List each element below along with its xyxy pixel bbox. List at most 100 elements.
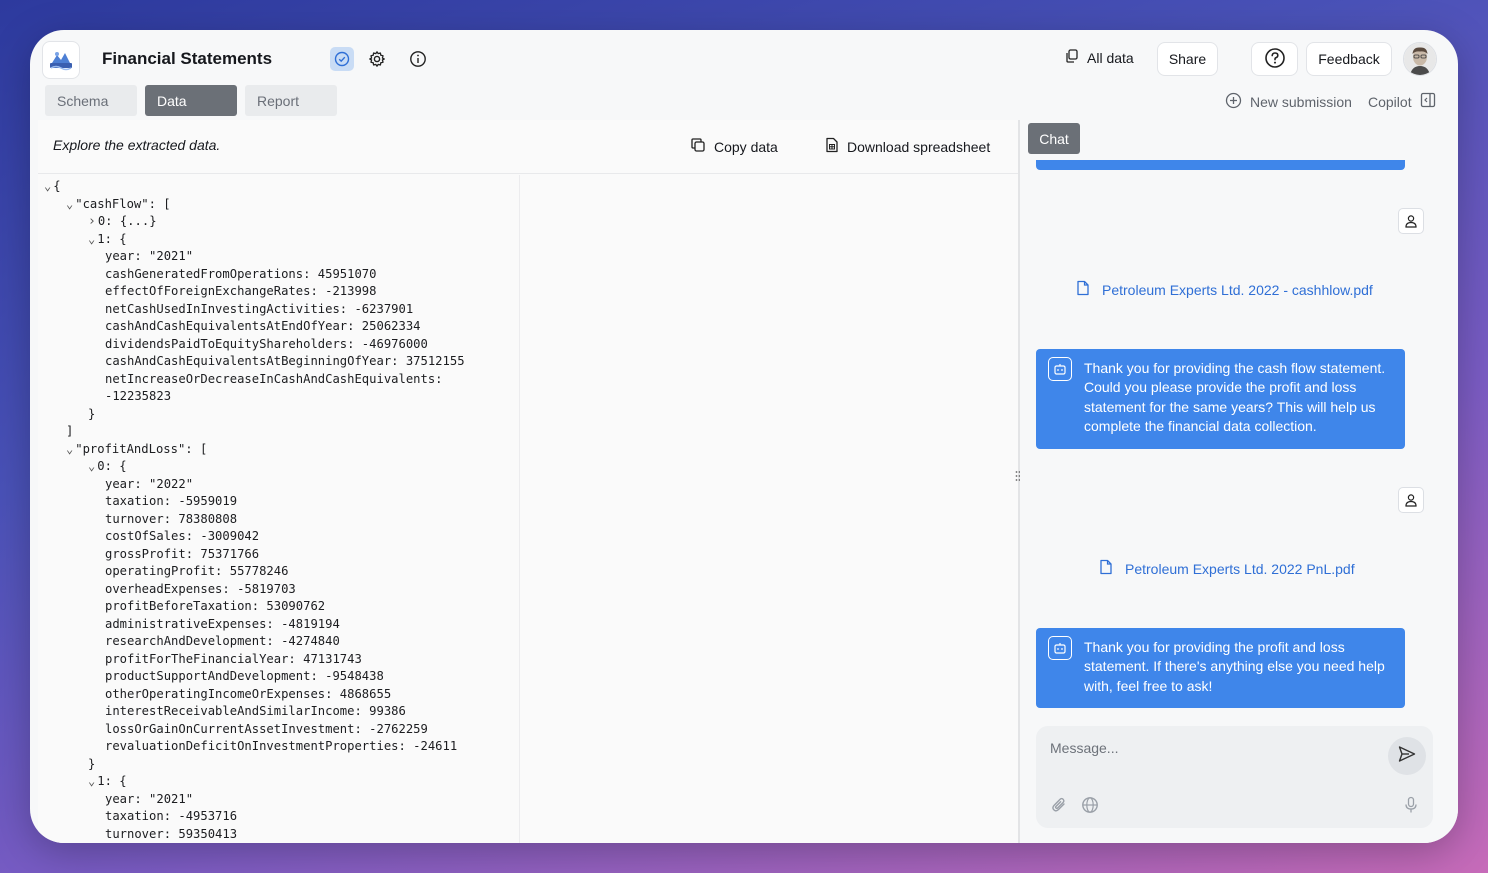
tab-schema[interactable]: Schema xyxy=(45,85,137,116)
json-line: profitForTheFinancialYear: 47131743 xyxy=(105,651,362,669)
json-line: year: "2022" xyxy=(105,476,193,494)
json-line: otherOperatingIncomeOrExpenses: 4868655 xyxy=(105,686,391,704)
json-line: profitBeforeTaxation: 53090762 xyxy=(105,598,325,616)
chevron-down-icon[interactable]: ⌄ xyxy=(88,459,95,473)
download-spreadsheet-label: Download spreadsheet xyxy=(847,138,991,155)
tab-report[interactable]: Report xyxy=(245,85,337,116)
globe-icon[interactable] xyxy=(1079,794,1101,816)
json-line[interactable]: ⌄ 1: { xyxy=(88,773,127,791)
json-line: interestReceivableAndSimilarIncome: 9938… xyxy=(105,703,406,721)
json-line: cashAndCashEquivalentsAtBeginningOfYear:… xyxy=(105,353,465,371)
copy-data-button[interactable]: Copy data xyxy=(690,137,778,156)
json-line: researchAndDevelopment: -4274840 xyxy=(105,633,340,651)
json-line-text: taxation: -4953716 xyxy=(105,809,238,823)
assistant-message: Thank you for providing the cash flow st… xyxy=(1036,349,1405,449)
json-line-text: overheadExpenses: -5819703 xyxy=(105,581,296,596)
message-input[interactable] xyxy=(1050,740,1370,756)
json-line-text: dividendsPaidToEquityShareholders: -4697… xyxy=(105,336,428,351)
json-line-text: { xyxy=(53,179,61,193)
copilot-toggle[interactable]: Copilot xyxy=(1368,92,1436,111)
all-data-button[interactable]: All data xyxy=(1064,48,1134,67)
json-line-text: "profitAndLoss": [ xyxy=(75,441,208,456)
json-tree-viewer[interactable]: ⌄{⌄ "cashFlow": [› 0: {...} ⌄ 1: {year: "202… xyxy=(38,175,520,843)
assistant-message-text: Thank you for providing the profit and l… xyxy=(1084,639,1385,694)
json-line-text: } xyxy=(88,406,96,421)
json-line-text: cashGeneratedFromOperations: 45951070 xyxy=(105,266,377,281)
json-line-text: 1: { xyxy=(97,774,127,788)
json-line-text: 0: { xyxy=(97,459,127,473)
chevron-down-icon[interactable]: ⌄ xyxy=(88,774,95,788)
json-line: turnover: 59350413 xyxy=(105,826,237,844)
json-line-text: costOfSales: -3009042 xyxy=(105,529,260,543)
json-line-text: -12235823 xyxy=(105,389,172,403)
send-button[interactable] xyxy=(1388,737,1426,775)
json-line: administrativeExpenses: -4819194 xyxy=(105,616,340,634)
check-circle-icon[interactable] xyxy=(330,47,354,71)
attachment-filename: Petroleum Experts Ltd. 2022 PnL.pdf xyxy=(1125,560,1355,577)
json-line: cashGeneratedFromOperations: 45951070 xyxy=(105,266,377,284)
info-icon[interactable] xyxy=(406,47,430,71)
json-line[interactable]: ⌄{ xyxy=(44,178,61,196)
json-line-text: profitForTheFinancialYear: 47131743 xyxy=(105,651,362,666)
json-line: taxation: -4953716 xyxy=(105,808,237,826)
copy-stack-icon xyxy=(1064,48,1080,67)
tab-data[interactable]: Data xyxy=(145,85,237,116)
json-line-text: ] xyxy=(66,424,74,438)
help-button[interactable] xyxy=(1251,42,1298,76)
json-line: } xyxy=(88,406,95,424)
new-submission-label: New submission xyxy=(1250,94,1352,110)
tab-chat[interactable]: Chat xyxy=(1028,123,1080,154)
json-line[interactable]: ⌄ "profitAndLoss": [ xyxy=(66,441,207,459)
app-logo-icon[interactable] xyxy=(42,41,80,79)
json-line-text: researchAndDevelopment: -4274840 xyxy=(105,634,340,648)
json-line: turnover: 78380808 xyxy=(105,511,237,529)
copy-icon xyxy=(690,137,706,156)
plus-circle-icon xyxy=(1225,92,1242,112)
json-line[interactable]: › 0: {...} xyxy=(88,213,157,231)
gear-icon[interactable] xyxy=(365,47,389,71)
microphone-icon[interactable] xyxy=(1400,794,1422,816)
json-line[interactable]: ⌄ 0: { xyxy=(88,458,127,476)
chevron-down-icon[interactable]: ⌄ xyxy=(88,232,95,246)
avatar[interactable] xyxy=(1403,42,1437,76)
json-line: revaluationDeficitOnInvestmentProperties… xyxy=(105,738,457,756)
json-line: cashAndCashEquivalentsAtEndOfYear: 25062… xyxy=(105,318,421,336)
bot-icon xyxy=(1048,357,1072,381)
json-line: taxation: -5959019 xyxy=(105,493,237,511)
chevron-right-icon[interactable]: › xyxy=(88,214,96,229)
json-line-text: interestReceivableAndSimilarIncome: 9938… xyxy=(105,704,406,718)
attachment-link[interactable]: Petroleum Experts Ltd. 2022 PnL.pdf xyxy=(1099,559,1355,578)
json-line: productSupportAndDevelopment: -9548438 xyxy=(105,668,384,686)
json-line: year: "2021" xyxy=(105,791,193,809)
json-line-text: administrativeExpenses: -4819194 xyxy=(105,616,340,631)
json-line-text: cashAndCashEquivalentsAtBeginningOfYear:… xyxy=(105,354,465,368)
json-line-text: productSupportAndDevelopment: -9548438 xyxy=(105,669,384,683)
json-line[interactable]: ⌄ 1: { xyxy=(88,231,127,249)
json-line-text: year: "2021" xyxy=(105,791,194,806)
json-line-text: otherOperatingIncomeOrExpenses: 4868655 xyxy=(105,686,392,701)
json-line: dividendsPaidToEquityShareholders: -4697… xyxy=(105,336,428,354)
new-submission-button[interactable]: New submission xyxy=(1225,92,1352,112)
paperclip-icon[interactable] xyxy=(1048,794,1070,816)
attachment-link[interactable]: Petroleum Experts Ltd. 2022 - cashhlow.p… xyxy=(1076,280,1373,299)
json-line-text: year: "2021" xyxy=(105,249,194,263)
json-line-text: turnover: 59350413 xyxy=(105,826,238,841)
json-line[interactable]: ⌄ "cashFlow": [ xyxy=(66,196,171,214)
feedback-button[interactable]: Feedback xyxy=(1306,42,1392,76)
chevron-down-icon[interactable]: ⌄ xyxy=(66,197,73,211)
chevron-down-icon[interactable]: ⌄ xyxy=(66,442,73,456)
user-icon xyxy=(1398,487,1424,513)
document-icon xyxy=(1076,280,1090,299)
json-line-text: operatingProfit: 55778246 xyxy=(105,564,289,578)
json-line-text: 1: { xyxy=(97,231,127,246)
json-line-text: netCashUsedInInvestingActivities: -62379… xyxy=(105,301,414,316)
chevron-down-icon[interactable]: ⌄ xyxy=(44,179,51,193)
share-button[interactable]: Share xyxy=(1157,42,1218,76)
json-line-text: netIncreaseOrDecreaseInCashAndCashEquiva… xyxy=(105,371,443,386)
previous-message-bubble xyxy=(1036,160,1405,170)
download-spreadsheet-button[interactable]: Download spreadsheet xyxy=(825,137,990,156)
page-title: Financial Statements xyxy=(102,49,273,68)
header: Financial Statements All data Share Feed… xyxy=(30,30,1458,88)
json-line: ] xyxy=(66,423,73,441)
json-line: netIncreaseOrDecreaseInCashAndCashEquiva… xyxy=(105,371,443,389)
